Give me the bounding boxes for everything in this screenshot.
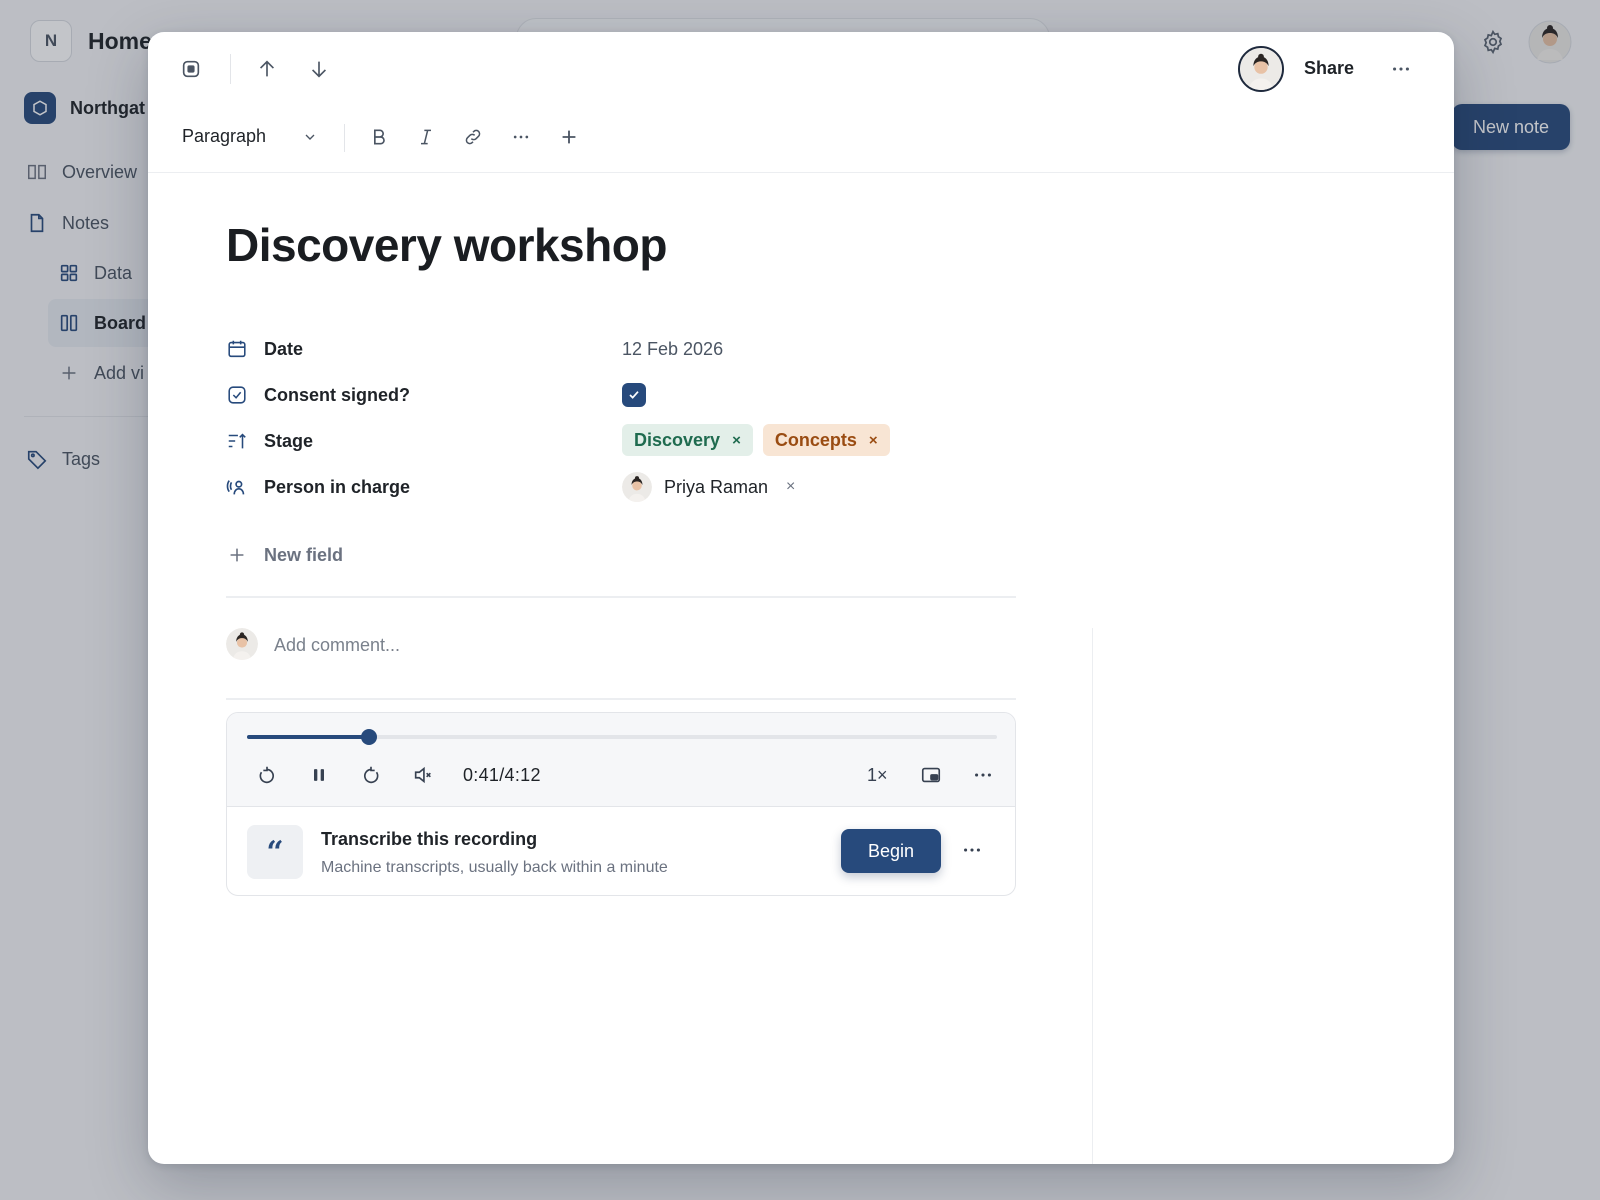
rewind-icon[interactable]	[255, 763, 279, 787]
transcribe-prompt: “ Transcribe this recording Machine tran…	[227, 807, 1015, 895]
bold-icon[interactable]	[366, 124, 392, 150]
stage-value: Discovery × Concepts ×	[622, 424, 900, 456]
mute-icon[interactable]	[411, 763, 435, 787]
progress-slider[interactable]	[247, 729, 997, 745]
toolbar-divider	[230, 54, 231, 84]
toolbar-divider	[344, 124, 345, 152]
chevron-down-icon	[302, 129, 318, 145]
toolbar-divider	[148, 172, 1454, 173]
property-label: Date	[264, 338, 304, 359]
person-name[interactable]: Priya Raman	[664, 477, 768, 498]
more-icon[interactable]	[1388, 56, 1414, 82]
tag-label: Concepts	[774, 429, 857, 450]
italic-icon[interactable]	[413, 124, 439, 150]
remove-tag-icon[interactable]: ×	[869, 432, 878, 449]
share-button[interactable]: Share	[1304, 58, 1354, 79]
insert-plus-icon[interactable]	[556, 124, 582, 150]
property-label: Stage	[264, 430, 314, 451]
section-divider	[226, 698, 1016, 700]
new-field-label: New field	[264, 544, 344, 565]
person-signal-icon	[226, 476, 248, 498]
transcribe-subtitle: Machine transcripts, usually back within…	[321, 859, 668, 876]
property-label: Person in charge	[264, 476, 411, 497]
property-stage: Stage	[226, 426, 313, 456]
expand-icon[interactable]	[178, 56, 204, 82]
transcribe-more-icon[interactable]	[961, 839, 985, 863]
section-divider	[226, 596, 1016, 598]
progress-fill	[247, 735, 370, 739]
block-format-select[interactable]: Paragraph	[182, 126, 318, 147]
comment-input[interactable]	[274, 632, 974, 658]
more-formatting-icon[interactable]	[508, 124, 534, 150]
progress-handle[interactable]	[361, 729, 378, 745]
stage-tag-concepts[interactable]: Concepts ×	[762, 424, 890, 456]
playback-speed-button[interactable]: 1×	[867, 765, 888, 786]
consent-value	[622, 380, 646, 410]
note-modal: Share Paragraph Discovery workshop Date …	[148, 32, 1454, 1164]
calendar-icon	[226, 338, 248, 360]
column-divider	[1092, 628, 1093, 1164]
picture-in-picture-icon[interactable]	[919, 763, 943, 787]
remove-person-icon[interactable]: ×	[786, 478, 795, 496]
plus-icon	[226, 544, 248, 566]
new-field-button[interactable]: New field	[226, 544, 343, 566]
block-format-value: Paragraph	[182, 126, 267, 146]
property-label: Consent signed?	[264, 384, 411, 405]
link-icon[interactable]	[460, 124, 486, 150]
property-date: Date	[226, 334, 303, 364]
person-avatar	[622, 472, 652, 502]
forward-icon[interactable]	[359, 763, 383, 787]
sort-icon	[226, 430, 248, 452]
checkbox-icon	[226, 384, 248, 406]
date-value[interactable]: 12 Feb 2026	[622, 334, 723, 364]
commenter-avatar	[226, 628, 258, 660]
transcribe-title: Transcribe this recording	[321, 829, 538, 849]
collaborator-avatar[interactable]	[1238, 46, 1284, 92]
remove-tag-icon[interactable]: ×	[732, 432, 741, 449]
pause-icon[interactable]	[307, 763, 331, 787]
property-consent: Consent signed?	[226, 380, 410, 410]
audio-player: 0:41/4:12 1×	[227, 713, 1015, 807]
person-value: Priya Raman ×	[622, 472, 795, 502]
stage-tag-discovery[interactable]: Discovery ×	[622, 424, 753, 456]
tag-label: Discovery	[634, 429, 721, 450]
arrow-down-icon[interactable]	[306, 56, 332, 82]
quote-icon: “	[247, 825, 303, 879]
note-title[interactable]: Discovery workshop	[226, 218, 667, 272]
audio-attachment: 0:41/4:12 1× “ Transcribe this recording…	[226, 712, 1016, 896]
begin-button[interactable]: Begin	[841, 829, 941, 873]
property-person: Person in charge	[226, 472, 410, 502]
time-display: 0:41/4:12	[463, 765, 541, 785]
consent-checkbox[interactable]	[622, 383, 646, 407]
player-more-icon[interactable]	[971, 763, 995, 787]
arrow-up-icon[interactable]	[254, 56, 280, 82]
